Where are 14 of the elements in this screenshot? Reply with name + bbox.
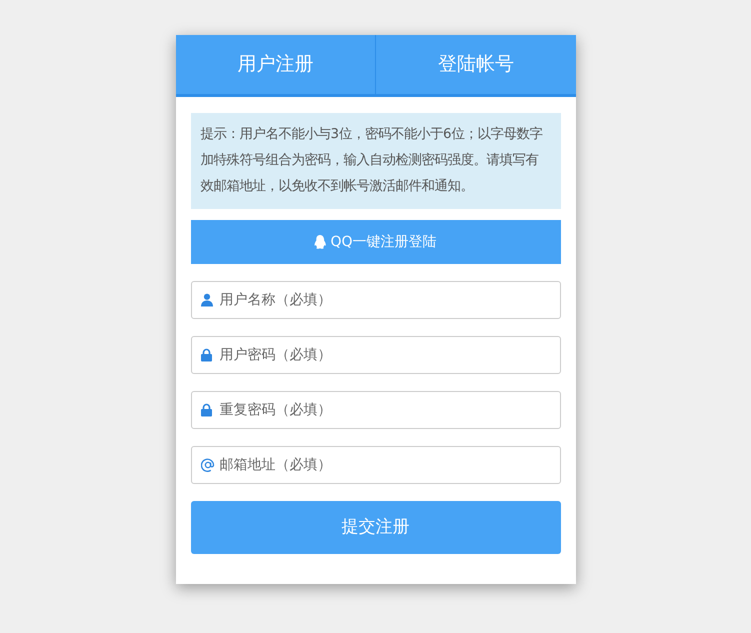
input-field[interactable]: 用户名称（必填）	[190, 281, 560, 319]
user-icon	[200, 294, 212, 306]
lock-icon	[200, 404, 212, 416]
tab[interactable]: 用户注册	[176, 35, 375, 94]
input-field[interactable]: 重复密码（必填）	[190, 391, 560, 429]
qq-login-button[interactable]: QQ一键注册登陆	[190, 220, 560, 264]
submit-button[interactable]: 提交注册	[190, 501, 560, 554]
notice-text: 提示：用户名不能小与3位，密码不能小于6位；以字母数字加特殊符号组合为密码，输入自动检测密码强度。请填写有效邮箱地址，以免收不到帐号激活邮件和通知。	[190, 113, 560, 209]
lock-icon	[200, 348, 212, 362]
tab[interactable]: 登陆帐号	[375, 35, 576, 94]
penguin-icon	[314, 235, 326, 249]
at-sign-icon	[200, 458, 214, 472]
input-field[interactable]: 邮箱地址（必填）	[190, 446, 560, 484]
input-field[interactable]: 用户密码（必填）	[190, 336, 560, 374]
